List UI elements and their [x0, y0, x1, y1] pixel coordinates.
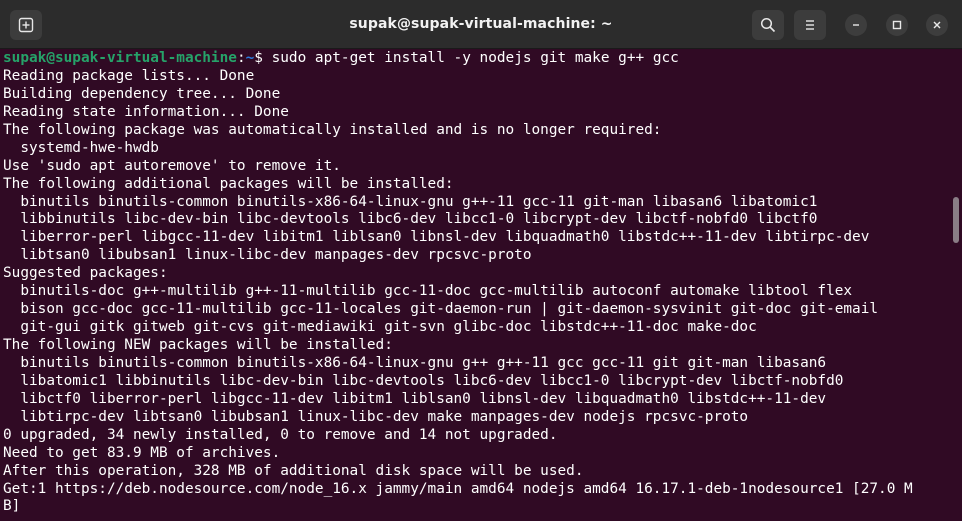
output-line: Reading state information... Done	[3, 103, 289, 120]
command-output: Reading package lists... Done Building de…	[0, 68, 950, 516]
output-line: binutils-doc g++-multilib g++-11-multili…	[3, 283, 853, 300]
output-line: binutils binutils-common binutils-x86-64…	[3, 193, 818, 210]
output-line: Reading package lists... Done	[3, 67, 255, 84]
close-button[interactable]	[926, 14, 948, 36]
search-button[interactable]	[752, 10, 784, 40]
minimize-icon	[853, 24, 859, 26]
output-line: The following package was automatically …	[3, 121, 662, 138]
prompt-symbol: $	[254, 50, 272, 66]
menu-button[interactable]	[794, 10, 826, 40]
scrollbar-thumb[interactable]	[953, 197, 959, 243]
output-line: libatomic1 libbinutils libc-dev-bin libc…	[3, 372, 844, 389]
terminal-window: supak@supak-virtual-machine: ~ supak@sup…	[0, 0, 962, 521]
output-line: 0 upgraded, 34 newly installed, 0 to rem…	[3, 426, 558, 443]
prompt-separator: :	[236, 50, 246, 66]
title-bar: supak@supak-virtual-machine: ~	[0, 0, 962, 49]
prompt-user-host: supak@supak-virtual-machine	[3, 50, 237, 66]
output-line: Building dependency tree... Done	[3, 85, 281, 102]
minimize-button[interactable]	[845, 14, 867, 36]
output-line: bison gcc-doc gcc-11-multilib gcc-11-loc…	[3, 301, 879, 318]
terminal-output[interactable]: supak@supak-virtual-machine:~$ sudo apt-…	[0, 50, 950, 521]
output-line: libbinutils libc-dev-bin libc-devtools l…	[3, 211, 818, 228]
output-line: systemd-hwe-hwdb	[3, 139, 159, 156]
prompt-path: ~	[245, 50, 255, 66]
hamburger-menu-icon	[806, 20, 814, 30]
close-icon	[933, 21, 941, 29]
output-line: Get:1 https://deb.nodesource.com/node_16…	[3, 480, 913, 497]
output-line: Suggested packages:	[3, 265, 168, 282]
search-icon	[760, 17, 776, 33]
output-line: B]	[3, 498, 21, 515]
command-text: sudo apt-get install -y nodejs git make …	[271, 50, 679, 66]
output-line: git-gui gitk gitweb git-cvs git-mediawik…	[3, 319, 757, 336]
output-line: libtirpc-dev libtsan0 libubsan1 linux-li…	[3, 408, 749, 425]
maximize-button[interactable]	[886, 14, 908, 36]
output-line: The following NEW packages will be insta…	[3, 337, 393, 353]
output-line: liberror-perl libgcc-11-dev libitm1 libl…	[3, 229, 870, 246]
prompt-line: supak@supak-virtual-machine:~$ sudo apt-…	[0, 50, 950, 68]
output-line: libctf0 liberror-perl libgcc-11-dev libi…	[3, 390, 827, 407]
output-line: Use 'sudo apt autoremove' to remove it.	[3, 157, 341, 174]
output-line: binutils binutils-common binutils-x86-64…	[3, 354, 827, 371]
output-line: libtsan0 libubsan1 linux-libc-dev manpag…	[3, 247, 532, 264]
output-line: Need to get 83.9 MB of archives.	[3, 444, 281, 461]
output-line: After this operation, 328 MB of addition…	[3, 462, 584, 479]
output-line: The following additional packages will b…	[3, 175, 454, 192]
maximize-icon	[892, 20, 902, 30]
